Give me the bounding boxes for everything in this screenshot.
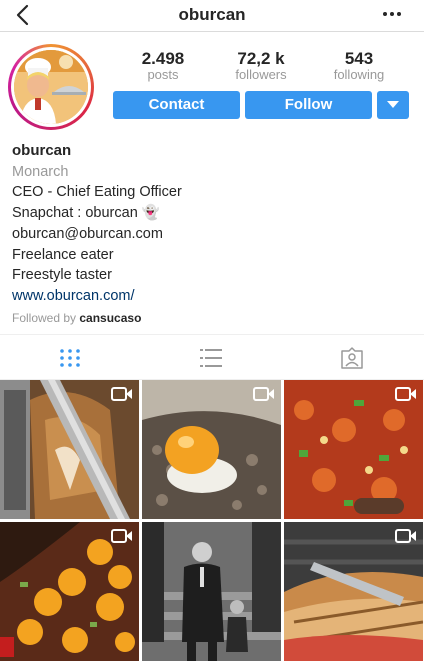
bio-line: Freelance eater xyxy=(12,246,114,263)
bio-line: Snapchat : oburcan 👻 xyxy=(12,205,160,222)
suggested-dropdown-button[interactable] xyxy=(377,91,409,119)
grid-post[interactable] xyxy=(0,380,139,519)
following-label: following xyxy=(333,67,385,82)
bio-email: oburcan@oburcan.com xyxy=(12,225,163,242)
profile-bio: oburcan Monarch CEO - Chief Eating Offic… xyxy=(12,141,412,326)
followers-stat[interactable]: 72,2 k followers xyxy=(212,50,310,82)
following-stat[interactable]: 543 following xyxy=(310,50,408,82)
grid-post[interactable] xyxy=(284,380,423,519)
grid-post[interactable] xyxy=(0,522,139,661)
follow-button[interactable]: Follow xyxy=(245,91,372,119)
posts-count: 2.498 xyxy=(141,49,185,68)
more-options-icon[interactable] xyxy=(380,4,404,24)
bio-line: Freestyle taster xyxy=(12,267,112,284)
video-icon xyxy=(111,387,132,401)
grid-post[interactable] xyxy=(142,380,281,519)
top-navigation-bar: oburcan xyxy=(0,0,424,32)
video-icon xyxy=(395,529,416,543)
avatar-image xyxy=(14,50,88,124)
followers-count: 72,2 k xyxy=(237,49,285,68)
following-count: 543 xyxy=(344,49,374,68)
posts-stat[interactable]: 2.498 posts xyxy=(114,50,212,82)
grid-post[interactable] xyxy=(284,522,423,661)
followed-by-user-link[interactable]: cansucaso xyxy=(79,311,141,325)
video-icon xyxy=(111,529,132,543)
contact-button[interactable]: Contact xyxy=(113,91,240,119)
followed-by-prefix: Followed by xyxy=(12,310,77,325)
profile-view-tabs xyxy=(0,334,424,380)
grid-icon[interactable] xyxy=(58,347,82,369)
profile-category: Monarch xyxy=(12,163,69,180)
profile-username-title: oburcan xyxy=(178,5,246,24)
video-icon xyxy=(253,387,274,401)
followed-by-text: Followed by cansucaso xyxy=(12,310,412,326)
avatar xyxy=(11,47,91,127)
posts-label: posts xyxy=(147,67,179,82)
chevron-down-icon xyxy=(387,100,399,108)
list-icon[interactable] xyxy=(199,347,223,369)
profile-stats: 2.498 posts 72,2 k followers 543 followi… xyxy=(114,50,410,82)
video-icon xyxy=(395,387,416,401)
followers-label: followers xyxy=(235,67,287,82)
avatar-story-ring[interactable] xyxy=(8,44,94,130)
profile-name: oburcan xyxy=(12,142,72,159)
bio-line: CEO - Chief Eating Officer xyxy=(12,184,182,201)
website-link[interactable]: www.oburcan.com/ xyxy=(12,286,412,307)
tagged-icon[interactable] xyxy=(340,347,364,369)
grid-post[interactable] xyxy=(142,522,281,661)
